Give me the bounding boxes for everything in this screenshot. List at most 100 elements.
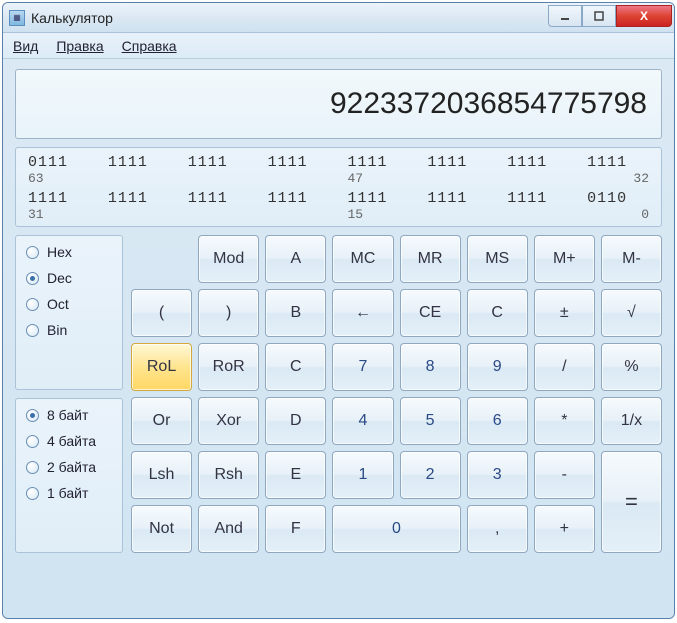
key-pct[interactable]: %: [601, 343, 662, 391]
key-f[interactable]: F: [265, 505, 326, 553]
key-d3[interactable]: 3: [467, 451, 528, 499]
radio-1byte[interactable]: 1 байт: [26, 485, 112, 501]
key-mc[interactable]: MC: [332, 235, 393, 283]
calculator-icon: ▦: [9, 10, 25, 26]
bit-group[interactable]: 1111: [587, 154, 649, 171]
key-d[interactable]: D: [265, 397, 326, 445]
radio-8byte[interactable]: 8 байт: [26, 407, 112, 423]
menu-help[interactable]: Справка: [122, 38, 177, 54]
key-mr[interactable]: MR: [400, 235, 461, 283]
key-d1[interactable]: 1: [332, 451, 393, 499]
radio-icon: [26, 487, 39, 500]
key-d2[interactable]: 2: [400, 451, 461, 499]
menu-view[interactable]: Вид: [13, 38, 38, 54]
bit-group[interactable]: 1111: [268, 154, 330, 171]
bit-group[interactable]: 1111: [348, 190, 410, 207]
radio-icon: [26, 272, 39, 285]
window-title: Калькулятор: [31, 10, 548, 26]
radio-dec[interactable]: Dec: [26, 270, 112, 286]
radio-bin[interactable]: Bin: [26, 322, 112, 338]
key-a[interactable]: A: [265, 235, 326, 283]
radio-label: Dec: [47, 270, 72, 286]
radio-icon: [26, 435, 39, 448]
bit-index: 63: [28, 171, 90, 186]
bit-group[interactable]: 1111: [507, 190, 569, 207]
key-sub[interactable]: -: [534, 451, 595, 499]
bit-group[interactable]: 0111: [28, 154, 90, 171]
key-back[interactable]: ←: [332, 289, 393, 337]
radio-label: Bin: [47, 322, 67, 338]
bit-group[interactable]: 1111: [427, 154, 489, 171]
minimize-button[interactable]: [548, 5, 582, 27]
key-mul[interactable]: *: [534, 397, 595, 445]
key-d8[interactable]: 8: [400, 343, 461, 391]
bit-group[interactable]: 1111: [427, 190, 489, 207]
bit-group[interactable]: 1111: [348, 154, 410, 171]
bit-index: 47: [348, 171, 410, 186]
key-lsh[interactable]: Lsh: [131, 451, 192, 499]
radio-label: Oct: [47, 296, 69, 312]
bit-group[interactable]: 1111: [108, 154, 170, 171]
radio-icon: [26, 324, 39, 337]
close-button[interactable]: X: [616, 5, 672, 27]
display: 9223372036854775798: [15, 69, 662, 139]
key-d5[interactable]: 5: [400, 397, 461, 445]
key-e[interactable]: E: [265, 451, 326, 499]
radio-2byte[interactable]: 2 байта: [26, 459, 112, 475]
key-rol[interactable]: RoL: [131, 343, 192, 391]
bit-group[interactable]: 1111: [188, 190, 250, 207]
key-eq[interactable]: =: [601, 451, 662, 553]
key-and[interactable]: And: [198, 505, 259, 553]
key-c[interactable]: C: [467, 289, 528, 337]
key-add[interactable]: +: [534, 505, 595, 553]
bit-index: 0: [587, 207, 649, 222]
radio-oct[interactable]: Oct: [26, 296, 112, 312]
radio-label: 8 байт: [47, 407, 88, 423]
radio-4byte[interactable]: 4 байта: [26, 433, 112, 449]
key-d0[interactable]: 0: [332, 505, 460, 553]
bit-group[interactable]: 1111: [108, 190, 170, 207]
window-controls: X: [548, 5, 672, 27]
client-area: 9223372036854775798 0111 1111 1111 1111 …: [3, 59, 674, 618]
bit-group[interactable]: 0110: [587, 190, 649, 207]
key-div[interactable]: /: [534, 343, 595, 391]
bits-index-high: 63 47 32: [28, 171, 649, 186]
key-mplus[interactable]: M+: [534, 235, 595, 283]
bit-group[interactable]: 1111: [28, 190, 90, 207]
key-ms[interactable]: MS: [467, 235, 528, 283]
bit-group[interactable]: 1111: [507, 154, 569, 171]
radio-icon: [26, 298, 39, 311]
key-ce[interactable]: CE: [400, 289, 461, 337]
key-pm[interactable]: ±: [534, 289, 595, 337]
key-comma[interactable]: ,: [467, 505, 528, 553]
radio-icon: [26, 246, 39, 259]
key-b[interactable]: B: [265, 289, 326, 337]
key-not[interactable]: Not: [131, 505, 192, 553]
key-d4[interactable]: 4: [332, 397, 393, 445]
radio-label: 1 байт: [47, 485, 88, 501]
key-mminus[interactable]: M-: [601, 235, 662, 283]
radio-icon: [26, 409, 39, 422]
bit-group[interactable]: 1111: [188, 154, 250, 171]
key-sqrt[interactable]: √: [601, 289, 662, 337]
bit-group[interactable]: 1111: [268, 190, 330, 207]
radio-hex[interactable]: Hex: [26, 244, 112, 260]
key-ror[interactable]: RoR: [198, 343, 259, 391]
radio-label: Hex: [47, 244, 72, 260]
maximize-button[interactable]: [582, 5, 616, 27]
menu-edit[interactable]: Правка: [56, 38, 103, 54]
bits-index-low: 31 15 0: [28, 207, 649, 222]
key-mod[interactable]: Mod: [198, 235, 259, 283]
key-d9[interactable]: 9: [467, 343, 528, 391]
key-d6[interactable]: 6: [467, 397, 528, 445]
titlebar[interactable]: ▦ Калькулятор X: [3, 3, 674, 33]
key-d7[interactable]: 7: [332, 343, 393, 391]
key-or[interactable]: Or: [131, 397, 192, 445]
key-xor[interactable]: Xor: [198, 397, 259, 445]
key-rsh[interactable]: Rsh: [198, 451, 259, 499]
key-lparen[interactable]: (: [131, 289, 192, 337]
bits-row-high: 0111 1111 1111 1111 1111 1111 1111 1111: [28, 154, 649, 171]
key-inv[interactable]: 1/x: [601, 397, 662, 445]
key-cC[interactable]: C: [265, 343, 326, 391]
key-rparen[interactable]: ): [198, 289, 259, 337]
